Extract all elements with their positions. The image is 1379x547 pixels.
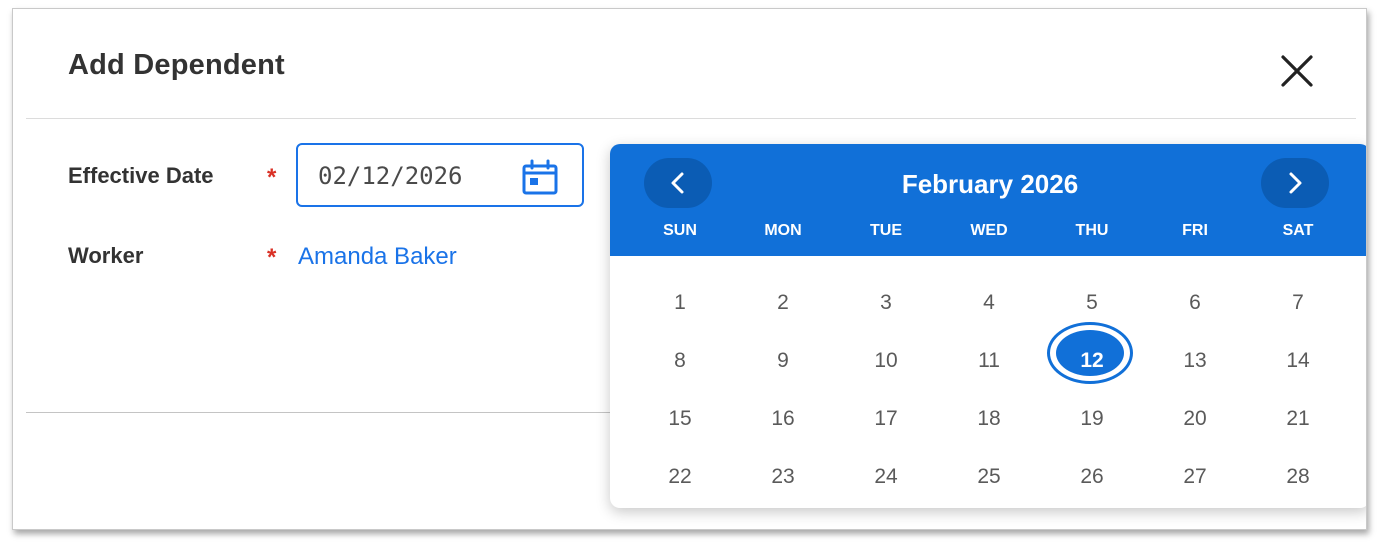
- calendar-day[interactable]: 18: [949, 407, 1029, 431]
- calendar-day[interactable]: 24: [846, 465, 926, 489]
- calendar-day[interactable]: 17: [846, 407, 926, 431]
- next-month-button[interactable]: [1261, 158, 1329, 208]
- month-title: February 2026: [901, 169, 1079, 199]
- calendar-day[interactable]: 5: [1052, 291, 1132, 315]
- close-icon: [1281, 55, 1313, 87]
- dialog-title: Add Dependent: [68, 49, 285, 81]
- calendar-day[interactable]: 25: [949, 465, 1029, 489]
- weekday-thu: THU: [1075, 222, 1109, 239]
- calendar-day[interactable]: 26: [1052, 465, 1132, 489]
- calendar-day[interactable]: 7: [1258, 291, 1338, 315]
- weekday-wed: WED: [970, 222, 1008, 239]
- calendar-day[interactable]: 11: [949, 349, 1029, 373]
- header-divider: [26, 118, 1356, 119]
- calendar-day[interactable]: 28: [1258, 465, 1338, 489]
- calendar-day-selected[interactable]: 12: [1052, 349, 1132, 373]
- calendar-day[interactable]: 9: [743, 349, 823, 373]
- calendar-day[interactable]: 15: [640, 407, 720, 431]
- weekday-tue: TUE: [870, 222, 902, 239]
- calendar-day[interactable]: 22: [640, 465, 720, 489]
- effective-date-required-mark: *: [267, 164, 277, 191]
- calendar-day[interactable]: 6: [1155, 291, 1235, 315]
- weekday-mon: MON: [764, 222, 802, 239]
- calendar-day[interactable]: 10: [846, 349, 926, 373]
- calendar-header: February 2026 SUN MON TUE WED THU FRI SA…: [610, 144, 1366, 256]
- weekday-sun: SUN: [663, 222, 697, 239]
- calendar-day[interactable]: 27: [1155, 465, 1235, 489]
- chevron-right-icon: [1289, 172, 1302, 194]
- weekday-fri: FRI: [1182, 222, 1208, 239]
- calendar-day[interactable]: 23: [743, 465, 823, 489]
- calendar-day[interactable]: 14: [1258, 349, 1338, 373]
- calendar-day[interactable]: 2: [743, 291, 823, 315]
- calendar-day[interactable]: 4: [949, 291, 1029, 315]
- footer-divider: [26, 412, 646, 413]
- date-picker-popup: February 2026 SUN MON TUE WED THU FRI SA…: [610, 144, 1366, 508]
- worker-link[interactable]: Amanda Baker: [298, 243, 457, 271]
- effective-date-value: 02/12/2026: [318, 162, 463, 190]
- weekday-sat: SAT: [1282, 222, 1314, 239]
- calendar-icon[interactable]: [520, 157, 560, 197]
- calendar-day[interactable]: 21: [1258, 407, 1338, 431]
- add-dependent-dialog: Add Dependent Effective Date * 02/12/202…: [12, 8, 1367, 530]
- calendar-day[interactable]: 13: [1155, 349, 1235, 373]
- effective-date-label: Effective Date: [68, 163, 214, 188]
- calendar-day[interactable]: 3: [846, 291, 926, 315]
- worker-label: Worker: [68, 243, 144, 268]
- calendar-day[interactable]: 8: [640, 349, 720, 373]
- calendar-day[interactable]: 20: [1155, 407, 1235, 431]
- effective-date-input[interactable]: 02/12/2026: [296, 143, 584, 207]
- worker-required-mark: *: [267, 244, 277, 271]
- calendar-day[interactable]: 16: [743, 407, 823, 431]
- calendar-day[interactable]: 19: [1052, 407, 1132, 431]
- calendar-day[interactable]: 1: [640, 291, 720, 315]
- close-button[interactable]: [1275, 49, 1319, 93]
